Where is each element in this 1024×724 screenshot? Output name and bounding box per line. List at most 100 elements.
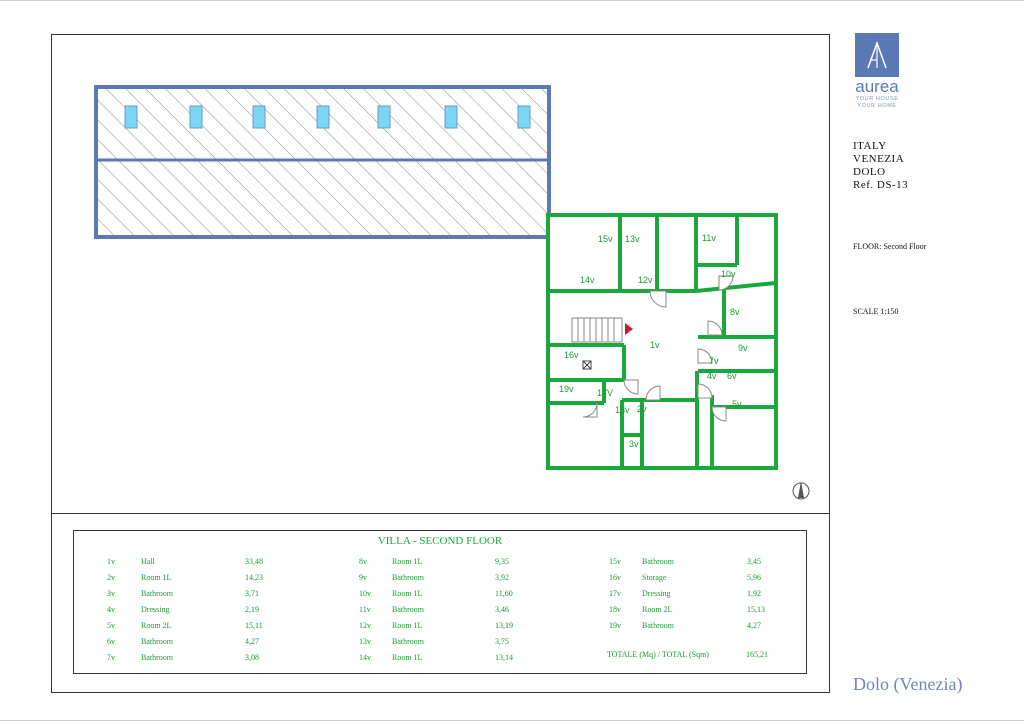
legend-name: Bathroom bbox=[392, 573, 424, 582]
skylight-4 bbox=[316, 105, 330, 129]
legend-title: VILLA - SECOND FLOOR bbox=[377, 535, 503, 547]
roof-block bbox=[94, 85, 551, 239]
room-label: 19v bbox=[559, 384, 574, 394]
room-label: 5v bbox=[732, 399, 742, 409]
legend-name: Dressing bbox=[642, 589, 671, 598]
top-rule bbox=[0, 0, 1024, 1]
legend-name: Bathroom bbox=[141, 653, 173, 662]
legend-id: 11v bbox=[359, 605, 371, 614]
room-label: 17V bbox=[597, 388, 613, 398]
legend-id: 10v bbox=[359, 589, 371, 598]
legend-id: 6v bbox=[107, 637, 115, 646]
legend-area: 3,92 bbox=[495, 573, 509, 582]
legend-name: Room 2L bbox=[141, 621, 172, 630]
location-country: ITALY bbox=[853, 140, 887, 152]
legend-name: Bathroom bbox=[642, 557, 674, 566]
legend-id: 12v bbox=[359, 621, 371, 630]
legend-id: 2v bbox=[107, 573, 115, 582]
skylight-5 bbox=[377, 105, 391, 129]
legend-area: 3,45 bbox=[747, 557, 761, 566]
room-label: 9v bbox=[738, 343, 748, 353]
legend-name: Bathroom bbox=[392, 605, 424, 614]
legend-id: 14v bbox=[359, 653, 371, 662]
legend-total-value: 165,21 bbox=[746, 650, 768, 659]
room-label: 16v bbox=[564, 350, 579, 360]
logo-mark-icon bbox=[855, 33, 899, 77]
legend-area: 2,19 bbox=[245, 605, 259, 614]
legend-area: 14,23 bbox=[245, 573, 263, 582]
room-label: 2v bbox=[637, 404, 647, 414]
legend-name: Bathroom bbox=[141, 589, 173, 598]
legend-id: 8v bbox=[359, 557, 367, 566]
legend-name: Room 1L bbox=[392, 589, 423, 598]
bottom-rule bbox=[0, 720, 1024, 721]
legend-id: 9v bbox=[359, 573, 367, 582]
skylight-6 bbox=[444, 105, 458, 129]
brand-name: aurea bbox=[855, 77, 899, 96]
skylight-7 bbox=[517, 105, 531, 129]
legend-area: 33,48 bbox=[245, 557, 263, 566]
legend-name: Room 1L bbox=[392, 557, 423, 566]
legend-total-label: TOTALE (Mq) / TOTAL (Sqm) bbox=[607, 650, 709, 659]
legend-id: 7v bbox=[107, 653, 115, 662]
legend-name: Room 1L bbox=[392, 653, 423, 662]
legend-area: 4,27 bbox=[747, 621, 761, 630]
legend-name: Bathroom bbox=[642, 621, 674, 630]
legend-id: 5v bbox=[107, 621, 115, 630]
skylight-3 bbox=[252, 105, 266, 129]
legend-name: Dressing bbox=[141, 605, 170, 614]
footer-title: Dolo (Venezia) bbox=[853, 674, 963, 694]
legend-id: 4v bbox=[107, 605, 115, 614]
legend-area: 3,71 bbox=[245, 589, 259, 598]
skylight-2 bbox=[189, 105, 203, 129]
north-arrow-icon bbox=[792, 481, 810, 500]
legend-area: 13,14 bbox=[495, 653, 513, 662]
legend-area: 3,08 bbox=[245, 653, 259, 662]
room-label: 12v bbox=[638, 275, 653, 285]
room-label: 10v bbox=[721, 269, 736, 279]
floor-plan: 1v 2v 3v 4v 5v 6v 7v 8v 9v 10v 11v 12v 1… bbox=[94, 85, 810, 500]
brand-logo: aurea YOUR HOUSE YOUR HOME bbox=[852, 33, 902, 110]
legend-id: 15v bbox=[609, 557, 621, 566]
legend-area: 3,46 bbox=[495, 605, 509, 614]
legend-area: 1,92 bbox=[747, 589, 761, 598]
brand-tagline: YOUR HOUSE bbox=[855, 96, 899, 102]
legend-name: Bathroom bbox=[392, 637, 424, 646]
room-label: 3v bbox=[629, 439, 639, 449]
location-ref: Ref. DS-13 bbox=[853, 179, 909, 191]
skylight-1 bbox=[124, 105, 138, 129]
legend-name: Bathroom bbox=[141, 637, 173, 646]
location-city: VENEZIA bbox=[853, 153, 905, 165]
room-label: 7v bbox=[709, 356, 719, 366]
legend-name: Hall bbox=[141, 557, 155, 566]
location-block: ITALY VENEZIA DOLO Ref. DS-13 bbox=[853, 140, 908, 192]
brand-tagline: YOUR HOME bbox=[857, 103, 897, 109]
room-label: 13v bbox=[625, 234, 640, 244]
legend-area: 5,96 bbox=[747, 573, 761, 582]
legend-area: 15,13 bbox=[747, 605, 765, 614]
legend-id: 18v bbox=[609, 605, 621, 614]
legend-id: 13v bbox=[359, 637, 371, 646]
legend-id: 3v bbox=[107, 589, 115, 598]
frame-divider bbox=[51, 513, 830, 514]
room-label: 15v bbox=[598, 234, 613, 244]
staircase bbox=[571, 317, 623, 343]
room-label: 11v bbox=[702, 233, 716, 243]
legend-id: 19v bbox=[609, 621, 621, 630]
legend-id: 16v bbox=[609, 573, 621, 582]
legend-name: Storage bbox=[642, 573, 667, 582]
room-label: 8v bbox=[730, 307, 740, 317]
room-label: 14v bbox=[580, 275, 595, 285]
scale-label: SCALE 1:150 bbox=[853, 307, 899, 316]
room-label: 1v bbox=[650, 340, 660, 350]
legend-area: 13,19 bbox=[495, 621, 513, 630]
legend-area: 15,11 bbox=[245, 621, 263, 630]
legend-area: 4,27 bbox=[245, 637, 259, 646]
room-label: 6v bbox=[727, 371, 737, 381]
legend-area: 3,75 bbox=[495, 637, 509, 646]
legend-id: 17v bbox=[609, 589, 621, 598]
location-town: DOLO bbox=[853, 166, 886, 178]
legend-name: Room 2L bbox=[642, 605, 673, 614]
legend-name: Room 1L bbox=[141, 573, 172, 582]
room-legend: VILLA - SECOND FLOOR 1v Hall 33,48 2v Room 1… bbox=[73, 530, 807, 674]
